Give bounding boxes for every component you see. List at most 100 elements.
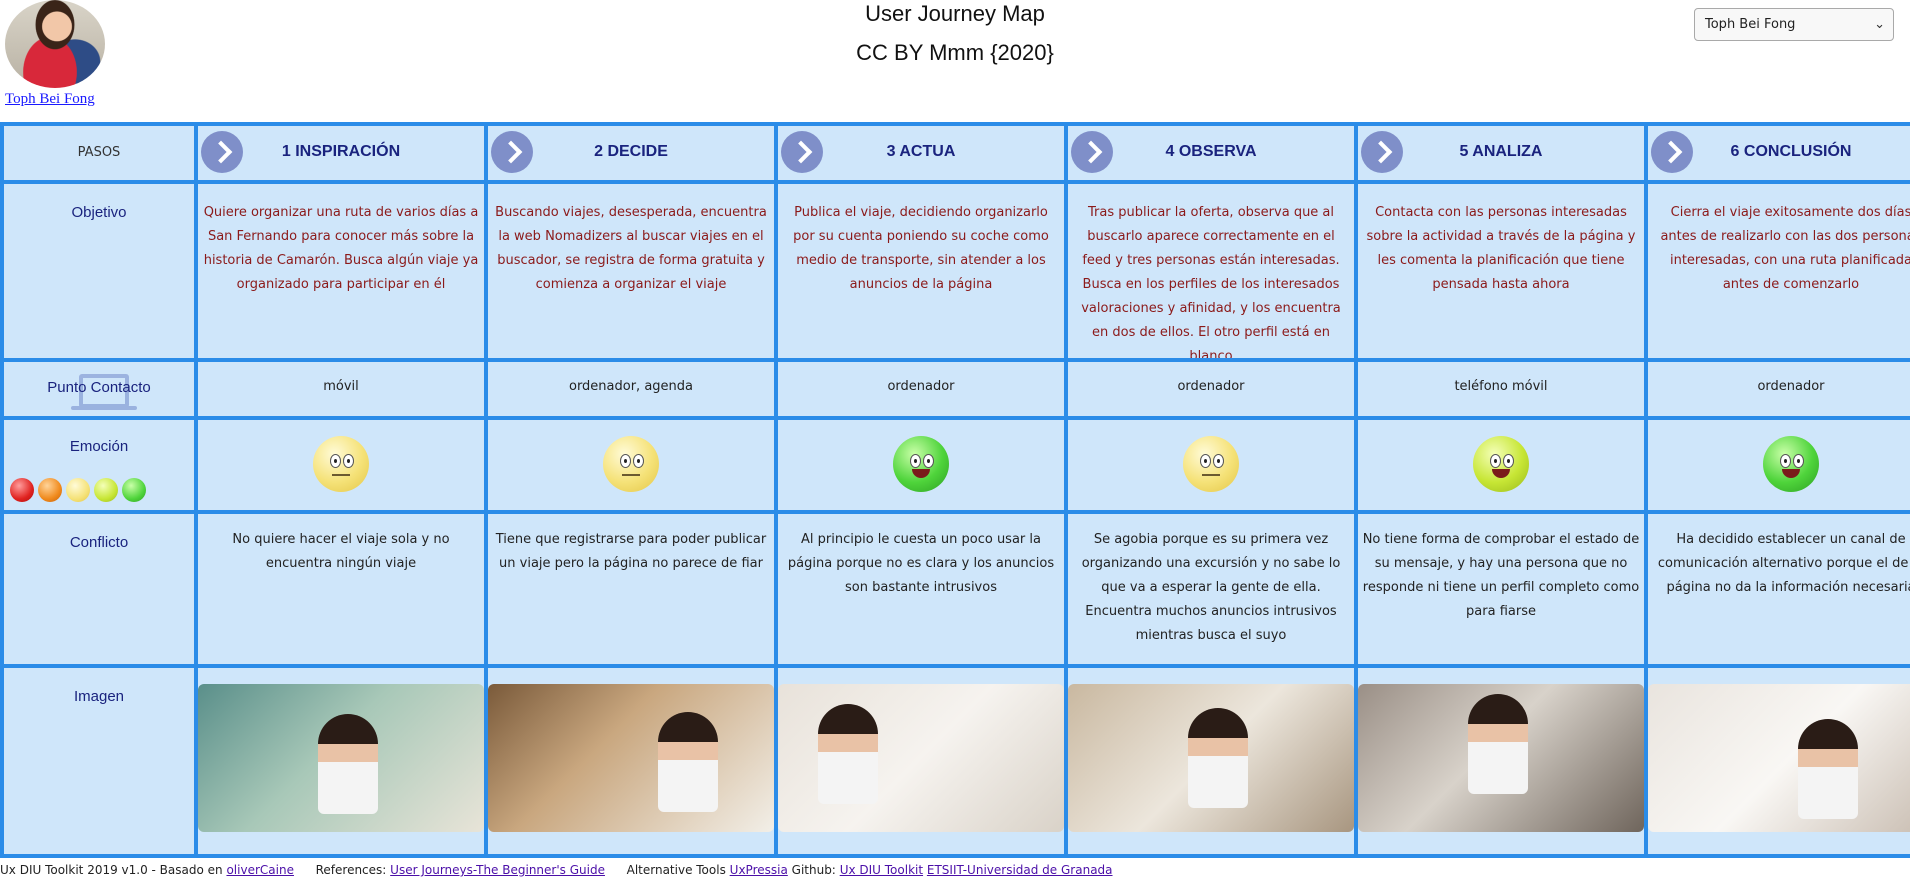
neutral-face-icon xyxy=(1183,436,1239,492)
conflict-cell: No quiere hacer el viaje sola y no encue… xyxy=(198,514,484,664)
page-title: User Journey Map xyxy=(865,1,1045,26)
step-header-cell: 5 ANALIZA xyxy=(1358,126,1644,180)
happy-face-icon xyxy=(1763,436,1819,492)
objective-cell: Tras publicar la oferta, observa que al … xyxy=(1068,184,1354,358)
image-cell xyxy=(1648,668,1910,854)
touchpoint-cell: ordenador xyxy=(1068,362,1354,416)
content-face-icon xyxy=(94,478,118,502)
step-title: 5 ANALIZA xyxy=(1459,143,1543,160)
objective-text: Contacta con las personas interesadas so… xyxy=(1366,205,1636,292)
neutral-face-icon xyxy=(66,478,90,502)
emotion-scale xyxy=(10,478,146,502)
conflict-text: Tiene que registrarse para poder publica… xyxy=(495,532,767,571)
person-figure xyxy=(1798,719,1858,819)
image-cell xyxy=(778,668,1064,854)
image-cell xyxy=(198,668,484,854)
conflict-cell: Al principio le cuesta un poco usar la p… xyxy=(778,514,1064,664)
objective-cell: Cierra el viaje exitosamente dos días an… xyxy=(1648,184,1910,358)
good-face-icon xyxy=(1473,436,1529,492)
objective-text: Buscando viajes, desesperada, encuentra … xyxy=(495,205,767,292)
objective-text: Cierra el viaje exitosamente dos días an… xyxy=(1660,205,1910,292)
persona-select-value: Toph Bei Fong xyxy=(1705,17,1796,32)
touchpoint-cell: teléfono móvil xyxy=(1358,362,1644,416)
footer-alt-tools-link[interactable]: UxPressia xyxy=(730,863,788,877)
footer-github-link[interactable]: Ux DIU Toolkit xyxy=(840,863,923,877)
step-photo xyxy=(1648,684,1910,832)
row-label-touchpoint-cell: Punto Contacto xyxy=(4,362,194,416)
journey-grid: PASOS Objetivo Punto Contacto Emoción Co… xyxy=(0,122,1910,858)
sad-face-icon xyxy=(38,478,62,502)
footer: Ux DIU Toolkit 2019 v1.0 - Basado en oli… xyxy=(0,858,1910,882)
person-figure xyxy=(658,712,718,812)
page-subtitle: CC BY Mmm {2020} xyxy=(856,40,1054,65)
footer-github-label: Github: xyxy=(791,863,836,877)
emotion-cell xyxy=(1648,420,1910,510)
touchpoint-text: ordenador xyxy=(887,379,955,394)
row-label-emotion: Emoción xyxy=(69,438,129,455)
step-header-cell: 2 DECIDE xyxy=(488,126,774,180)
objective-text: Tras publicar la oferta, observa que al … xyxy=(1081,205,1341,358)
emotion-cell xyxy=(1358,420,1644,510)
step-photo xyxy=(198,684,484,832)
step-header-cell: 1 INSPIRACIÓN xyxy=(198,126,484,180)
neutral-face-icon xyxy=(603,436,659,492)
row-label-touchpoint: Punto Contacto xyxy=(47,379,151,396)
footer-references-link[interactable]: User Journeys-The Beginner's Guide xyxy=(390,863,605,877)
conflict-text: Se agobia porque es su primera vez organ… xyxy=(1081,532,1341,643)
person-figure xyxy=(1188,708,1248,808)
step-title: 2 DECIDE xyxy=(594,143,668,160)
step-photo xyxy=(1068,684,1354,832)
conflict-cell: Tiene que registrarse para poder publica… xyxy=(488,514,774,664)
objective-cell: Contacta con las personas interesadas so… xyxy=(1358,184,1644,358)
footer-alt-tools-label: Alternative Tools xyxy=(626,863,726,877)
emotion-cell xyxy=(778,420,1064,510)
conflict-text: No quiere hacer el viaje sola y no encue… xyxy=(232,532,450,571)
footer-references-label: References: xyxy=(315,863,387,877)
step-title: 1 INSPIRACIÓN xyxy=(281,143,401,160)
step-header-cell: 4 OBSERVA xyxy=(1068,126,1354,180)
emotion-cell xyxy=(198,420,484,510)
emotion-cell xyxy=(488,420,774,510)
step-photo xyxy=(488,684,774,832)
image-cell xyxy=(488,668,774,854)
footer-credit: Ux DIU Toolkit 2019 v1.0 - Basado en xyxy=(0,863,223,877)
row-label-image: Imagen xyxy=(4,668,194,854)
touchpoint-cell: ordenador, agenda xyxy=(488,362,774,416)
conflict-text: Al principio le cuesta un poco usar la p… xyxy=(787,532,1055,595)
step-header-cell: 6 CONCLUSIÓN xyxy=(1648,126,1910,180)
very-sad-face-icon xyxy=(10,478,34,502)
touchpoint-cell: ordenador xyxy=(778,362,1064,416)
footer-credit-link[interactable]: oliverCaine xyxy=(226,863,293,877)
conflict-cell: Se agobia porque es su primera vez organ… xyxy=(1068,514,1354,664)
footer-university-link[interactable]: ETSIIT-Universidad de Granada xyxy=(927,863,1113,877)
persona-name-link[interactable]: Toph Bei Fong xyxy=(5,91,95,108)
conflict-cell: No tiene forma de comprobar el estado de… xyxy=(1358,514,1644,664)
objective-cell: Quiere organizar una ruta de varios días… xyxy=(198,184,484,358)
image-cell xyxy=(1358,668,1644,854)
objective-text: Publica el viaje, decidiendo organizarlo… xyxy=(793,205,1049,292)
touchpoint-cell: móvil xyxy=(198,362,484,416)
persona-select[interactable]: Toph Bei Fong ⌄ xyxy=(1694,8,1894,41)
step-title: 6 CONCLUSIÓN xyxy=(1730,143,1852,160)
touchpoint-text: ordenador, agenda xyxy=(568,379,693,394)
objective-cell: Buscando viajes, desesperada, encuentra … xyxy=(488,184,774,358)
objective-text: Quiere organizar una ruta de varios días… xyxy=(203,205,479,292)
row-label-objective: Objetivo xyxy=(4,184,194,358)
conflict-text: No tiene forma de comprobar el estado de… xyxy=(1362,532,1640,619)
touchpoint-text: teléfono móvil xyxy=(1454,379,1548,394)
touchpoint-cell: ordenador xyxy=(1648,362,1910,416)
person-figure xyxy=(1468,694,1528,794)
chevron-down-icon: ⌄ xyxy=(1874,17,1885,32)
step-photo xyxy=(1358,684,1644,832)
touchpoint-text: ordenador xyxy=(1757,379,1825,394)
emotion-cell xyxy=(1068,420,1354,510)
image-cell xyxy=(1068,668,1354,854)
conflict-text: Ha decidido establecer un canal de comun… xyxy=(1657,532,1910,595)
touchpoint-text: móvil xyxy=(323,379,359,394)
objective-cell: Publica el viaje, decidiendo organizarlo… xyxy=(778,184,1064,358)
neutral-face-icon xyxy=(313,436,369,492)
step-title: 4 OBSERVA xyxy=(1165,143,1257,160)
happy-face-icon xyxy=(122,478,146,502)
row-label-steps: PASOS xyxy=(4,126,194,180)
row-label-emotion-cell: Emoción xyxy=(4,420,194,510)
